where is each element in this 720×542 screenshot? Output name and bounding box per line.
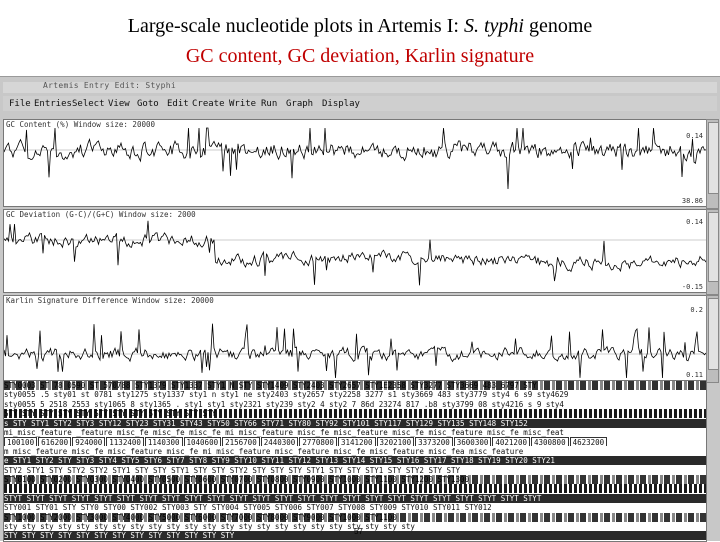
gc-deviation-scrollbar[interactable] bbox=[706, 209, 719, 295]
menu-select[interactable]: Select bbox=[72, 99, 105, 109]
feature-cell[interactable]: 924000 bbox=[72, 437, 106, 447]
feature-cell[interactable]: 616200 bbox=[38, 437, 72, 447]
feature-cell[interactable]: 2156700 bbox=[222, 437, 260, 447]
feature-cell[interactable]: 1140300 bbox=[144, 437, 183, 447]
slide-title: Large-scale nucleotide plots in Artemis … bbox=[0, 14, 720, 38]
feature-row[interactable]: sty0055 5 2518 2553 sty1065 8 sty1365 . … bbox=[4, 400, 706, 409]
feature-row[interactable]: STY STY STY STY STY STY STY STY STY STY … bbox=[4, 409, 706, 419]
feature-row[interactable]: m misc_feature misc_fe misc_feature misc… bbox=[4, 447, 706, 456]
menu-display[interactable]: Display bbox=[322, 99, 360, 109]
feature-row[interactable]: sty0055 .5 sty01 st 0781 sty1275 sty1337… bbox=[4, 390, 706, 399]
menu-graph[interactable]: Graph bbox=[286, 99, 313, 109]
plot-trace bbox=[4, 323, 706, 379]
gc-content-scrollbar[interactable] bbox=[706, 119, 719, 209]
page-number: 57 bbox=[354, 527, 363, 536]
slide-title-prefix: Large-scale nucleotide plots in Artemis … bbox=[127, 15, 464, 37]
karlin-signature-plot[interactable]: Karlin Signature Difference Window size:… bbox=[3, 295, 707, 381]
artemis-window: Artemis Entry Edit: Styphi File Entries … bbox=[0, 76, 720, 542]
gc-deviation-plot[interactable]: GC Deviation (G-C)/(G+C) Window size: 20… bbox=[3, 209, 707, 293]
feature-cell[interactable]: 4623200 bbox=[569, 437, 608, 447]
menu-run[interactable]: Run bbox=[261, 99, 277, 109]
feature-row[interactable]: STY001 STY01 STY STY0 STY00 STY002 STY00… bbox=[4, 503, 706, 512]
p1-trace-svg bbox=[4, 220, 706, 286]
feature-cell[interactable]: 3141200 bbox=[337, 437, 376, 447]
feature-row[interactable]: STYT STYT STYT STYT STYT STYT STYT STYT … bbox=[4, 493, 706, 503]
plot-trace bbox=[4, 220, 706, 286]
karlin-signature-max: 0.2 bbox=[690, 306, 703, 314]
menu-write[interactable]: Write bbox=[229, 99, 256, 109]
feature-cell[interactable]: 1132400 bbox=[106, 437, 144, 447]
feature-cell[interactable]: 100100 bbox=[4, 437, 38, 447]
gc-deviation-min: -0.15 bbox=[681, 283, 703, 291]
gc-content-min: 38.86 bbox=[681, 197, 703, 205]
feature-row[interactable]: STY1000 STY2000 STY3000 STY4000 STY5000 … bbox=[4, 512, 706, 522]
feature-cell[interactable]: 2440300 bbox=[260, 437, 299, 447]
feature-display[interactable]: STY0003 ST 78 0590 ST 570788 STY1379 STY… bbox=[3, 380, 707, 542]
window-title: Artemis Entry Edit: Styphi bbox=[43, 81, 177, 90]
slide-title-italic: S. typhi bbox=[463, 15, 524, 37]
menu-file[interactable]: File bbox=[9, 99, 31, 109]
menu-edit[interactable]: Edit bbox=[167, 99, 189, 109]
menu-goto[interactable]: Goto bbox=[137, 99, 159, 109]
feature-cell[interactable]: 1040600 bbox=[183, 437, 222, 447]
karlin-signature-label: Karlin Signature Difference Window size:… bbox=[6, 296, 214, 305]
feature-row[interactable]: mi_misc_feature _feature misc_fe misc_fe… bbox=[4, 428, 706, 437]
karlin-signature-min: 0.11 bbox=[686, 371, 703, 379]
gc-content-plot[interactable]: GC Content (%) Window size: 20000 0.14 3… bbox=[3, 119, 707, 207]
scroll-thumb[interactable] bbox=[708, 298, 719, 370]
feature-cell[interactable]: 3373200 bbox=[415, 437, 453, 447]
slide-title-suffix: genome bbox=[523, 15, 593, 37]
feature-row[interactable]: STY0003 ST 78 0590 ST 570788 STY1379 STY… bbox=[4, 381, 706, 390]
feature-row[interactable]: s STY STY1 STY2 STY3 STY12 STY23 STY31 S… bbox=[4, 418, 706, 428]
gc-deviation-label: GC Deviation (G-C)/(G+C) Window size: 20… bbox=[6, 210, 196, 219]
gc-content-label: GC Content (%) Window size: 20000 bbox=[6, 120, 156, 129]
gc-deviation-max: 0.14 bbox=[686, 218, 703, 226]
scroll-thumb[interactable] bbox=[708, 212, 719, 282]
p0-trace-svg bbox=[4, 127, 706, 190]
slide-subtitle: GC content, GC deviation, Karlin signatu… bbox=[185, 45, 535, 67]
feature-cell[interactable]: 3600300 bbox=[453, 437, 492, 447]
plot-trace bbox=[4, 127, 706, 190]
feature-cell[interactable]: 2770800 bbox=[299, 437, 337, 447]
window-titlebar[interactable]: Artemis Entry Edit: Styphi bbox=[3, 81, 717, 93]
gc-content-max: 0.14 bbox=[686, 132, 703, 140]
feature-row[interactable]: STY2 STY1 STY STY2 STY2 STY1 STY STY STY… bbox=[4, 466, 706, 475]
menu-view[interactable]: View bbox=[108, 99, 130, 109]
karlin-signature-scrollbar[interactable] bbox=[706, 295, 719, 383]
feature-row[interactable]: STY0100 STY0200 STY0300 STY0400 STY0500 … bbox=[4, 475, 706, 484]
feature-cell[interactable]: 3202100 bbox=[376, 437, 415, 447]
menu-entries[interactable]: Entries bbox=[34, 99, 72, 109]
feature-cell[interactable]: 4021200 bbox=[492, 437, 530, 447]
feature-row[interactable]: 100100 616200 924000 1132400 1140300 1040600 2… bbox=[4, 437, 706, 447]
feature-row[interactable]: e STY1 STY2 STY STY3 STY4 STY5 STY6 STY7… bbox=[4, 456, 706, 466]
p2-trace-svg bbox=[4, 323, 706, 379]
feature-row[interactable] bbox=[4, 484, 706, 494]
menu-bar: File Entries Select View Goto Edit Creat… bbox=[3, 96, 717, 111]
menu-create[interactable]: Create bbox=[192, 99, 225, 109]
feature-cell[interactable]: 4300800 bbox=[530, 437, 569, 447]
scroll-thumb[interactable] bbox=[708, 122, 719, 194]
